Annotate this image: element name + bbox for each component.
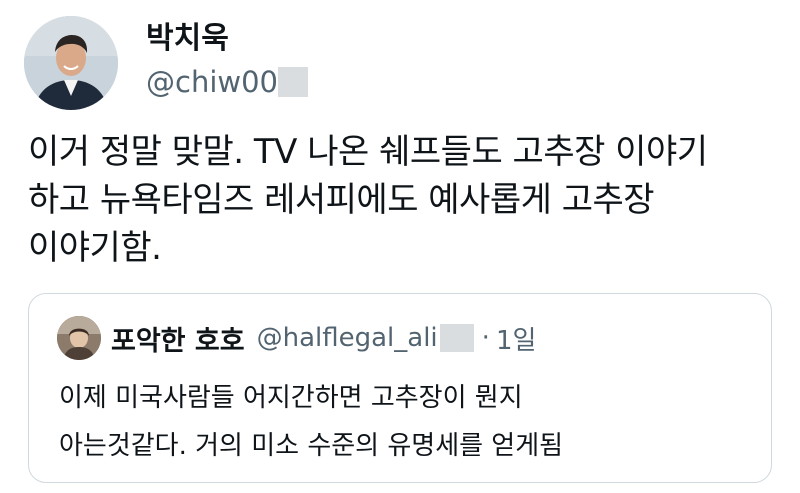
person-avatar-icon [57,316,101,360]
tweet-text-line: 이거 정말 맞말. TV 나온 쉐프들도 고추장 이야기 [28,132,708,172]
quoted-tweet-timestamp[interactable]: 1일 [496,320,536,357]
tweet-text-line: 하고 뉴욕타임즈 레서피에도 예사롭게 고추장 [28,180,655,220]
redaction-block [278,67,309,97]
tweet-text: 이거 정말 맞말. TV 나온 쉐프들도 고추장 이야기 하고 뉴욕타임즈 레서… [28,128,788,272]
quoted-tweet-text: 이제 미국사람들 어지간하면 고추장이 뭔지 아는것같다. 거의 미소 수준의 … [59,374,759,470]
redaction-block [439,324,474,352]
quoted-author-avatar[interactable] [57,316,101,360]
author-avatar[interactable] [24,16,118,110]
quoted-tweet-text-line: 이제 미국사람들 어지간하면 고추장이 뭔지 [59,383,523,413]
quoted-author-name[interactable]: 포악한 호호 [111,319,245,358]
tweet-text-line: 이야기함. [28,228,162,268]
quoted-author-handle[interactable]: @halflegal_ali [257,323,438,353]
separator-dot: · [481,323,490,353]
author-handle[interactable]: @chiw00 [146,67,278,97]
author-display-name[interactable]: 박치욱 [146,24,229,54]
quoted-tweet-header: 포악한 호호 @halflegal_ali · 1일 [111,318,536,358]
quoted-tweet-card[interactable]: 포악한 호호 @halflegal_ali · 1일 이제 미국사람들 어지간하… [28,293,772,483]
author-handle-row: @chiw00 [146,62,309,102]
person-avatar-icon [24,16,118,110]
quoted-tweet-text-line: 아는것같다. 거의 미소 수준의 유명세를 얻게됨 [59,431,564,461]
